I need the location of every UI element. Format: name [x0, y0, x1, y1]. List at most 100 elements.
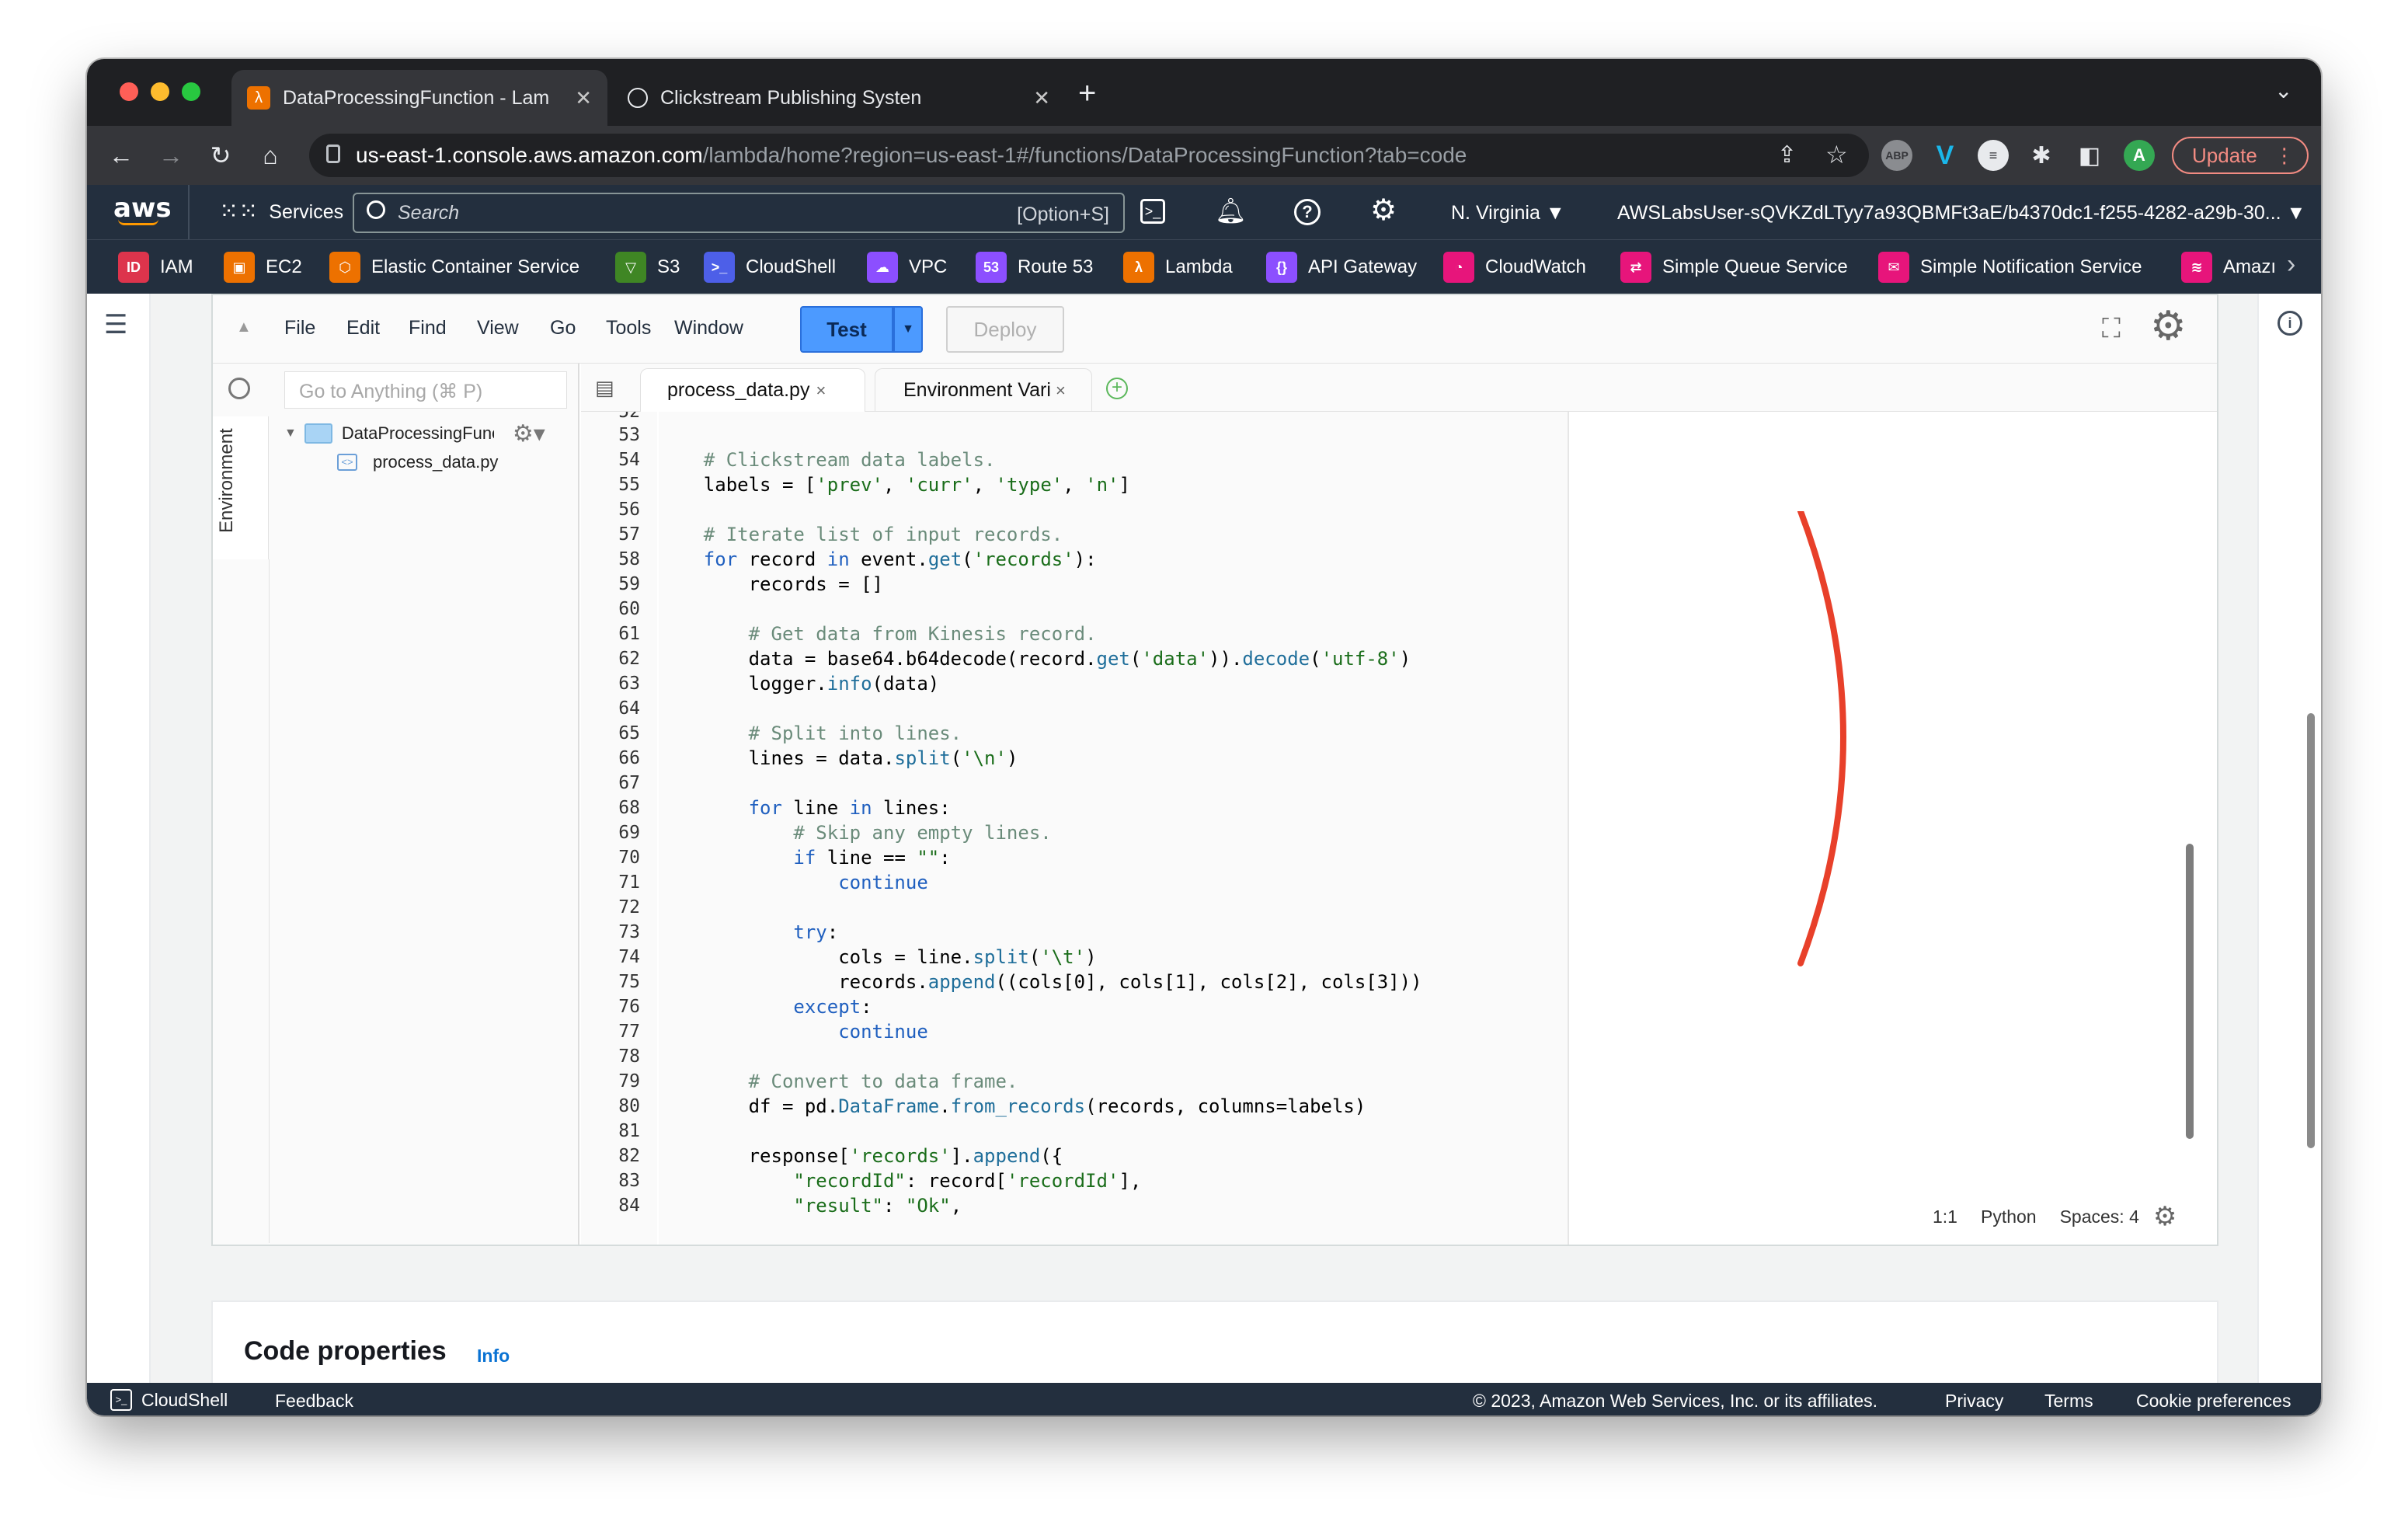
- menu-find[interactable]: Find: [409, 317, 447, 339]
- code-line[interactable]: records = []: [659, 572, 1568, 597]
- tab-list-icon[interactable]: ▤: [595, 376, 614, 400]
- code-line[interactable]: [659, 497, 1568, 522]
- new-tab-plus-icon[interactable]: +: [1106, 378, 1128, 399]
- code-line[interactable]: labels = ['prev', 'curr', 'type', 'n']: [659, 472, 1568, 497]
- forward-icon[interactable]: →: [154, 138, 188, 172]
- code-line[interactable]: logger.info(data): [659, 671, 1568, 696]
- menu-go[interactable]: Go: [550, 317, 576, 339]
- code-line[interactable]: "result": "Ok",: [659, 1193, 1568, 1218]
- code-line[interactable]: # Skip any empty lines.: [659, 820, 1568, 845]
- code-line[interactable]: # Get data from Kinesis record.: [659, 622, 1568, 646]
- extensions-puzzle-icon[interactable]: ✱: [2026, 140, 2057, 171]
- favorite-cloudwatch[interactable]: ◔ CloudWatch: [1443, 251, 1586, 284]
- close-window-button[interactable]: [120, 82, 138, 101]
- page-scrollbar[interactable]: [2307, 713, 2315, 1148]
- code-line[interactable]: df = pd.DataFrame.from_records(records, …: [659, 1094, 1568, 1119]
- bookmark-star-icon[interactable]: ☆: [1825, 140, 1848, 169]
- deploy-button[interactable]: Deploy: [946, 306, 1064, 353]
- address-bar[interactable]: us-east-1.console.aws.amazon.com/lambda/…: [309, 134, 1869, 177]
- reload-icon[interactable]: ↻: [204, 138, 238, 172]
- favorite-route53[interactable]: 53 Route 53: [976, 251, 1093, 284]
- code-line[interactable]: # Split into lines.: [659, 721, 1568, 746]
- favorite-cloudshell[interactable]: >_ CloudShell: [704, 251, 836, 284]
- vimeo-icon[interactable]: V: [1930, 140, 1961, 171]
- code-line[interactable]: [659, 597, 1568, 622]
- code-line[interactable]: # Clickstream data labels.: [659, 447, 1568, 472]
- tab-environment-variables[interactable]: Environment Vari ×: [875, 368, 1092, 412]
- services-menu-button[interactable]: ⁙⁙ Services: [219, 200, 343, 224]
- tree-file-row[interactable]: <> process_data.py: [337, 452, 498, 472]
- share-icon[interactable]: ⇪: [1777, 141, 1797, 169]
- favorite-lambda[interactable]: λ Lambda: [1123, 251, 1233, 284]
- code-line[interactable]: # Convert to data frame.: [659, 1069, 1568, 1094]
- code-line[interactable]: [659, 895, 1568, 920]
- environment-tab[interactable]: Environment: [213, 416, 269, 559]
- code-line[interactable]: [659, 1044, 1568, 1069]
- fullscreen-icon[interactable]: ⛶: [2102, 314, 2121, 344]
- adblock-icon[interactable]: ABP: [1881, 140, 1912, 171]
- code-line[interactable]: try:: [659, 920, 1568, 945]
- code-line[interactable]: for record in event.get('records'):: [659, 547, 1568, 572]
- search-input[interactable]: Search [Option+S]: [353, 193, 1125, 233]
- close-tab-icon[interactable]: ×: [816, 381, 826, 401]
- test-dropdown-chevron-icon[interactable]: ▼: [893, 306, 923, 353]
- tab-process-data-py[interactable]: process_data.py ×: [640, 368, 865, 412]
- status-settings-gear-icon[interactable]: ⚙: [2153, 1201, 2177, 1232]
- notifications-bell-icon[interactable]: 🔔︎: [1215, 196, 1247, 225]
- code-line[interactable]: records.append((cols[0], cols[1], cols[2…: [659, 970, 1568, 994]
- list-extension-icon[interactable]: ≡: [1978, 140, 2009, 171]
- settings-gear-icon[interactable]: ⚙: [1370, 193, 1397, 228]
- region-selector[interactable]: N. Virginia ▼: [1451, 202, 1565, 225]
- terms-link[interactable]: Terms: [2044, 1391, 2093, 1412]
- feedback-link[interactable]: Feedback: [275, 1391, 353, 1412]
- cookie-preferences-link[interactable]: Cookie preferences: [2136, 1391, 2291, 1412]
- code-line[interactable]: [659, 771, 1568, 796]
- scroll-right-chevron-icon[interactable]: ›: [2287, 249, 2295, 280]
- editor-scrollbar[interactable]: [2186, 844, 2194, 1139]
- code-line[interactable]: [659, 412, 1568, 423]
- side-panel-icon[interactable]: ◧: [2074, 140, 2105, 171]
- hamburger-menu-icon[interactable]: ☰: [104, 309, 127, 340]
- goto-anything-input[interactable]: Go to Anything (⌘ P): [284, 371, 567, 409]
- favorite-iam[interactable]: ID IAM: [118, 251, 193, 284]
- menu-file[interactable]: File: [284, 317, 315, 339]
- code-line[interactable]: data = base64.b64decode(record.get('data…: [659, 646, 1568, 671]
- favorite-s3[interactable]: ▽ S3: [615, 251, 680, 284]
- code-line[interactable]: # Iterate list of input records.: [659, 522, 1568, 547]
- tree-folder-row[interactable]: ▼ DataProcessingFunc ⚙▾: [284, 416, 564, 451]
- code-line[interactable]: [659, 423, 1568, 447]
- code-line[interactable]: if line == "":: [659, 845, 1568, 870]
- code-line[interactable]: except:: [659, 994, 1568, 1019]
- favorite-sqs[interactable]: ⇄ Simple Queue Service: [1620, 251, 1848, 284]
- footer-cloudshell-button[interactable]: >_ CloudShell: [110, 1389, 228, 1411]
- test-button[interactable]: Test: [800, 306, 893, 353]
- account-menu[interactable]: AWSLabsUser-sQVKZdLTyy7a93QBMFt3aE/b4370…: [1617, 202, 2309, 225]
- minimize-window-button[interactable]: [151, 82, 169, 101]
- code-line[interactable]: [659, 696, 1568, 721]
- code-line[interactable]: continue: [659, 1019, 1568, 1044]
- code-line[interactable]: "recordId": record['recordId'],: [659, 1168, 1568, 1193]
- menu-edit[interactable]: Edit: [346, 317, 380, 339]
- menu-view[interactable]: View: [477, 317, 519, 339]
- info-icon[interactable]: i: [2278, 311, 2302, 336]
- code-line[interactable]: cols = line.split('\t'): [659, 945, 1568, 970]
- close-tab-icon[interactable]: ✕: [575, 86, 592, 110]
- menu-window[interactable]: Window: [674, 317, 743, 339]
- collapse-triangle-icon[interactable]: ▲: [236, 319, 252, 336]
- tab-search-chevron-icon[interactable]: ⌄: [2274, 78, 2292, 103]
- favorite-more[interactable]: ≋ Amazı: [2181, 251, 2298, 284]
- code-content[interactable]: # Clickstream data labels. labels = ['pr…: [659, 412, 1568, 1245]
- browser-tab-lambda[interactable]: λ DataProcessingFunction - Lam ✕: [231, 70, 607, 126]
- code-line[interactable]: [659, 1119, 1568, 1144]
- favorite-sns[interactable]: ✉ Simple Notification Service: [1878, 251, 2142, 284]
- cloudshell-icon[interactable]: >_: [1140, 199, 1165, 224]
- cursor-position[interactable]: 1:1: [1933, 1206, 1957, 1227]
- preferences-gear-icon[interactable]: ⚙: [2150, 303, 2187, 350]
- menu-tools[interactable]: Tools: [606, 317, 651, 339]
- browser-tab-clickstream[interactable]: Clickstream Publishing Systen ✕: [612, 70, 1066, 126]
- folder-settings-gear-icon[interactable]: ⚙▾: [513, 420, 545, 447]
- code-line[interactable]: for line in lines:: [659, 796, 1568, 820]
- code-line[interactable]: response['records'].append({: [659, 1144, 1568, 1168]
- indentation-setting[interactable]: Spaces: 4: [2060, 1206, 2139, 1227]
- close-tab-icon[interactable]: ✕: [1033, 86, 1050, 110]
